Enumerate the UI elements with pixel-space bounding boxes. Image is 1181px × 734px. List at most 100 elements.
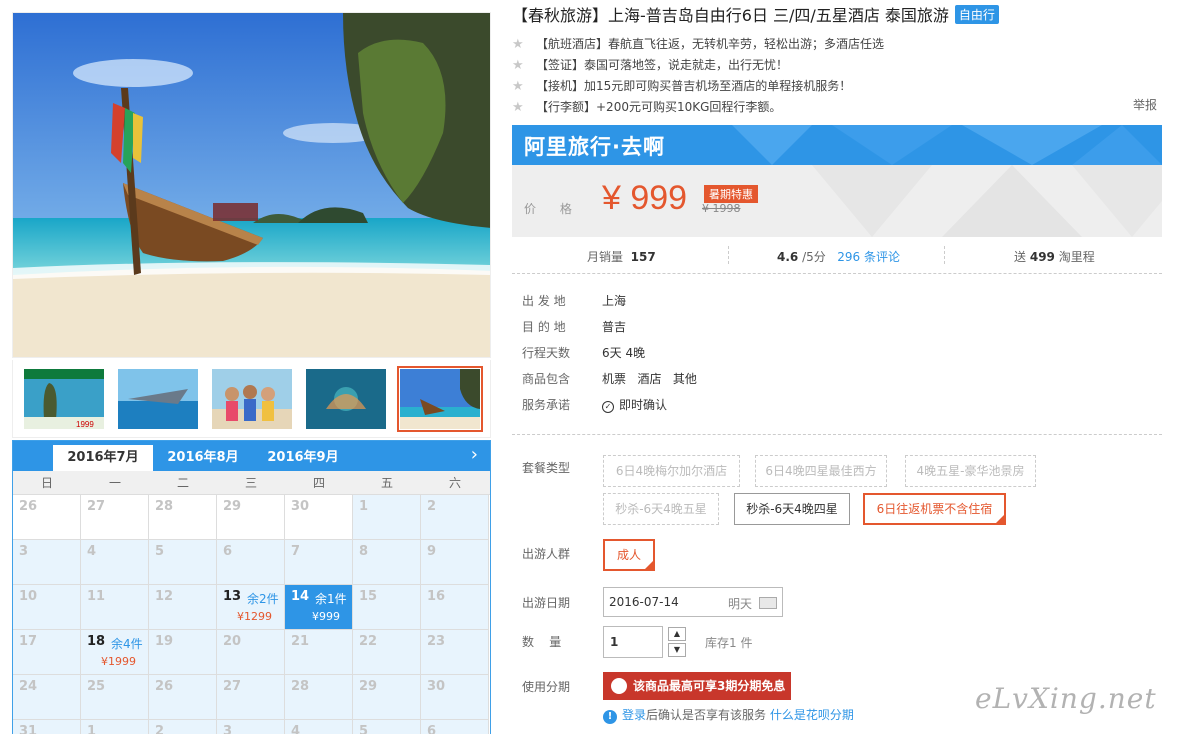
thumbnail-3[interactable] — [212, 369, 292, 429]
monthly-sales: 月销量 157 — [587, 248, 656, 265]
report-link[interactable]: 举报 — [1133, 96, 1157, 113]
package-option[interactable]: 秒杀-6天4晚四星 — [734, 493, 850, 525]
points-suffix: 淘里程 — [1058, 250, 1095, 264]
calendar-day-number: 11 — [87, 589, 106, 604]
reviews-link[interactable]: 296 条评论 — [837, 250, 900, 264]
feature-text: 【航班酒店】春航直飞往返，无转机辛劳，轻松出游；多酒店任选 — [536, 37, 885, 51]
promo-brand-name: 阿里旅行·去啊 — [524, 135, 665, 159]
calendar-day: 9 — [421, 540, 489, 585]
calendar-icon[interactable] — [759, 597, 777, 609]
sales-stats-bar: 月销量 157 4.6 /5分 296 条评论 送 499 淘里程 — [512, 242, 1162, 274]
calendar-day-price: ¥1999 — [101, 655, 136, 668]
chevron-right-icon[interactable]: › — [471, 445, 478, 465]
calendar-day-number: 25 — [87, 679, 106, 694]
package-option-label: 6日4晚梅尔加尔酒店 — [615, 464, 728, 478]
package-option-label: 6日往返机票不含住宿 — [876, 502, 993, 516]
calendar-day: 23 — [421, 630, 489, 675]
product-page: 1999 2016年7月 2016年8月 2016年9月 › 日 一 二 三 四 五 六 2… — [0, 0, 1181, 734]
calendar-day-number: 1 — [359, 499, 369, 514]
package-option: 4晚五星-豪华池景房 — [905, 455, 1036, 487]
calendar-day[interactable]: 13 余2件 ¥1299 — [217, 585, 285, 630]
calendar-day[interactable]: 18 余4件 ¥1999 — [81, 630, 149, 675]
weekday-label: 五 — [380, 476, 393, 490]
selected-corner-icon — [995, 514, 1005, 524]
calendar-day: 19 — [149, 630, 217, 675]
login-hint-text: 后确认是否享有该服务 — [646, 708, 767, 722]
info-value: 机票 酒店 其他 — [602, 366, 697, 392]
calendar-day-number: 27 — [223, 679, 242, 694]
calendar-day-number: 21 — [291, 634, 310, 649]
package-option: 秒杀-6天4晚五星 — [603, 493, 719, 525]
price-area: 价 格 ¥ 999 暑期特惠 ¥ 1998 — [512, 165, 1162, 237]
quantity-input[interactable]: 1 — [603, 626, 663, 658]
calendar-day-number: 18 — [87, 634, 106, 649]
travel-date-picker[interactable]: 2016-07-14 明天 — [603, 587, 783, 617]
weekday-label: 六 — [448, 476, 461, 490]
star-icon: ★ — [512, 79, 524, 94]
calendar-day-number: 14 — [291, 589, 310, 604]
divider — [944, 246, 945, 264]
calendar-day-number: 28 — [155, 499, 174, 514]
tab-2016-09[interactable]: 2016年9月 — [253, 445, 353, 471]
package-option: 6日4晚梅尔加尔酒店 — [603, 455, 740, 487]
selected-corner-icon — [644, 560, 654, 570]
date-value: 2016-07-14 — [609, 595, 679, 609]
login-link[interactable]: 登录 — [622, 708, 646, 722]
calendar-day: 24 — [13, 675, 81, 720]
info-value: 普吉 — [602, 314, 626, 340]
calendar-day-remaining: 余1件 — [315, 592, 347, 606]
calendar-day-number: 16 — [427, 589, 446, 604]
product-info-list: 出 发 地 上海目 的 地 普吉 行程天数 6天 4晚 商品包含 机票 酒店 其他 服务承诺 ✓… — [522, 288, 1122, 418]
calendar-day: 30 — [285, 495, 353, 540]
calendar-day: 26 — [149, 675, 217, 720]
calendar-day-number: 4 — [291, 724, 301, 734]
calendar-day: 2 — [149, 720, 217, 734]
price-promo-panel: 阿里旅行·去啊 价 格 ¥ 999 暑期特惠 ¥ 1998 — [512, 125, 1162, 237]
weekday-label: 四 — [312, 476, 325, 490]
package-option-label: 秒杀-6天4晚五星 — [615, 502, 707, 516]
traveler-option-label: 成人 — [616, 548, 641, 562]
star-icon: ★ — [512, 37, 524, 52]
info-key: 服务承诺 — [522, 398, 571, 412]
free-travel-tag: 自由行 — [954, 5, 999, 24]
info-value: 6天 4晚 — [602, 340, 645, 366]
star-icon: ★ — [512, 58, 524, 73]
package-option-label: 6日4晚四星最佳西方 — [765, 464, 877, 478]
calendar-day: 6 — [217, 540, 285, 585]
rating: 4.6 /5分 296 条评论 — [777, 248, 900, 265]
calendar-day-number: 22 — [359, 634, 378, 649]
calendar-day-number: 15 — [359, 589, 378, 604]
thumbnail-2[interactable] — [118, 369, 198, 429]
product-title: 【春秋旅游】上海-普吉岛自由行6日 三/四/五星酒店 泰国旅游 自由行 — [512, 2, 999, 26]
info-key: 目 的 地 — [522, 320, 566, 334]
thumbnail-1[interactable]: 1999 — [24, 369, 104, 429]
calendar-day-selected[interactable]: 14 余1件 ¥999 — [285, 585, 353, 630]
tab-2016-07[interactable]: 2016年7月 — [53, 445, 153, 471]
calendar-day-number: 5 — [359, 724, 369, 734]
info-value: ✓ 即时确认 — [602, 392, 667, 418]
quantity-increase-button[interactable]: ▲ — [668, 627, 686, 641]
calendar-day: 4 — [285, 720, 353, 734]
calendar-day: 29 — [353, 675, 421, 720]
calendar-day-price: ¥999 — [312, 610, 340, 623]
calendar-day-number: 26 — [155, 679, 174, 694]
calendar-day-remaining: 余2件 — [247, 592, 279, 606]
quantity-decrease-button[interactable]: ▼ — [668, 643, 686, 657]
tab-2016-08[interactable]: 2016年8月 — [153, 445, 253, 471]
calendar-day: 20 — [217, 630, 285, 675]
package-option[interactable]: 6日往返机票不含住宿 — [863, 493, 1006, 525]
info-key: 商品包含 — [522, 372, 571, 386]
current-price: ¥ 999 — [602, 179, 688, 217]
calendar-day-number: 3 — [19, 544, 29, 559]
calendar-day: 1 — [353, 495, 421, 540]
huabei-help-link[interactable]: 什么是花呗分期 — [770, 708, 854, 722]
huabei-installment-button[interactable]: 该商品最高可享3期分期免息 — [603, 672, 791, 700]
thumbnail-4[interactable] — [306, 369, 386, 429]
summer-deal-badge: 暑期特惠 — [704, 185, 758, 203]
installment-button-label: 该商品最高可享3期分期免息 — [633, 679, 786, 693]
traveler-option-adult[interactable]: 成人 — [603, 539, 655, 571]
info-row: 行程天数 6天 4晚 — [522, 340, 1122, 366]
calendar-day-number: 12 — [155, 589, 174, 604]
feature-item: ★ 【签证】泰国可落地签，说走就走，出行无忧！ — [512, 55, 1162, 76]
thumbnail-5-selected[interactable] — [397, 366, 483, 432]
